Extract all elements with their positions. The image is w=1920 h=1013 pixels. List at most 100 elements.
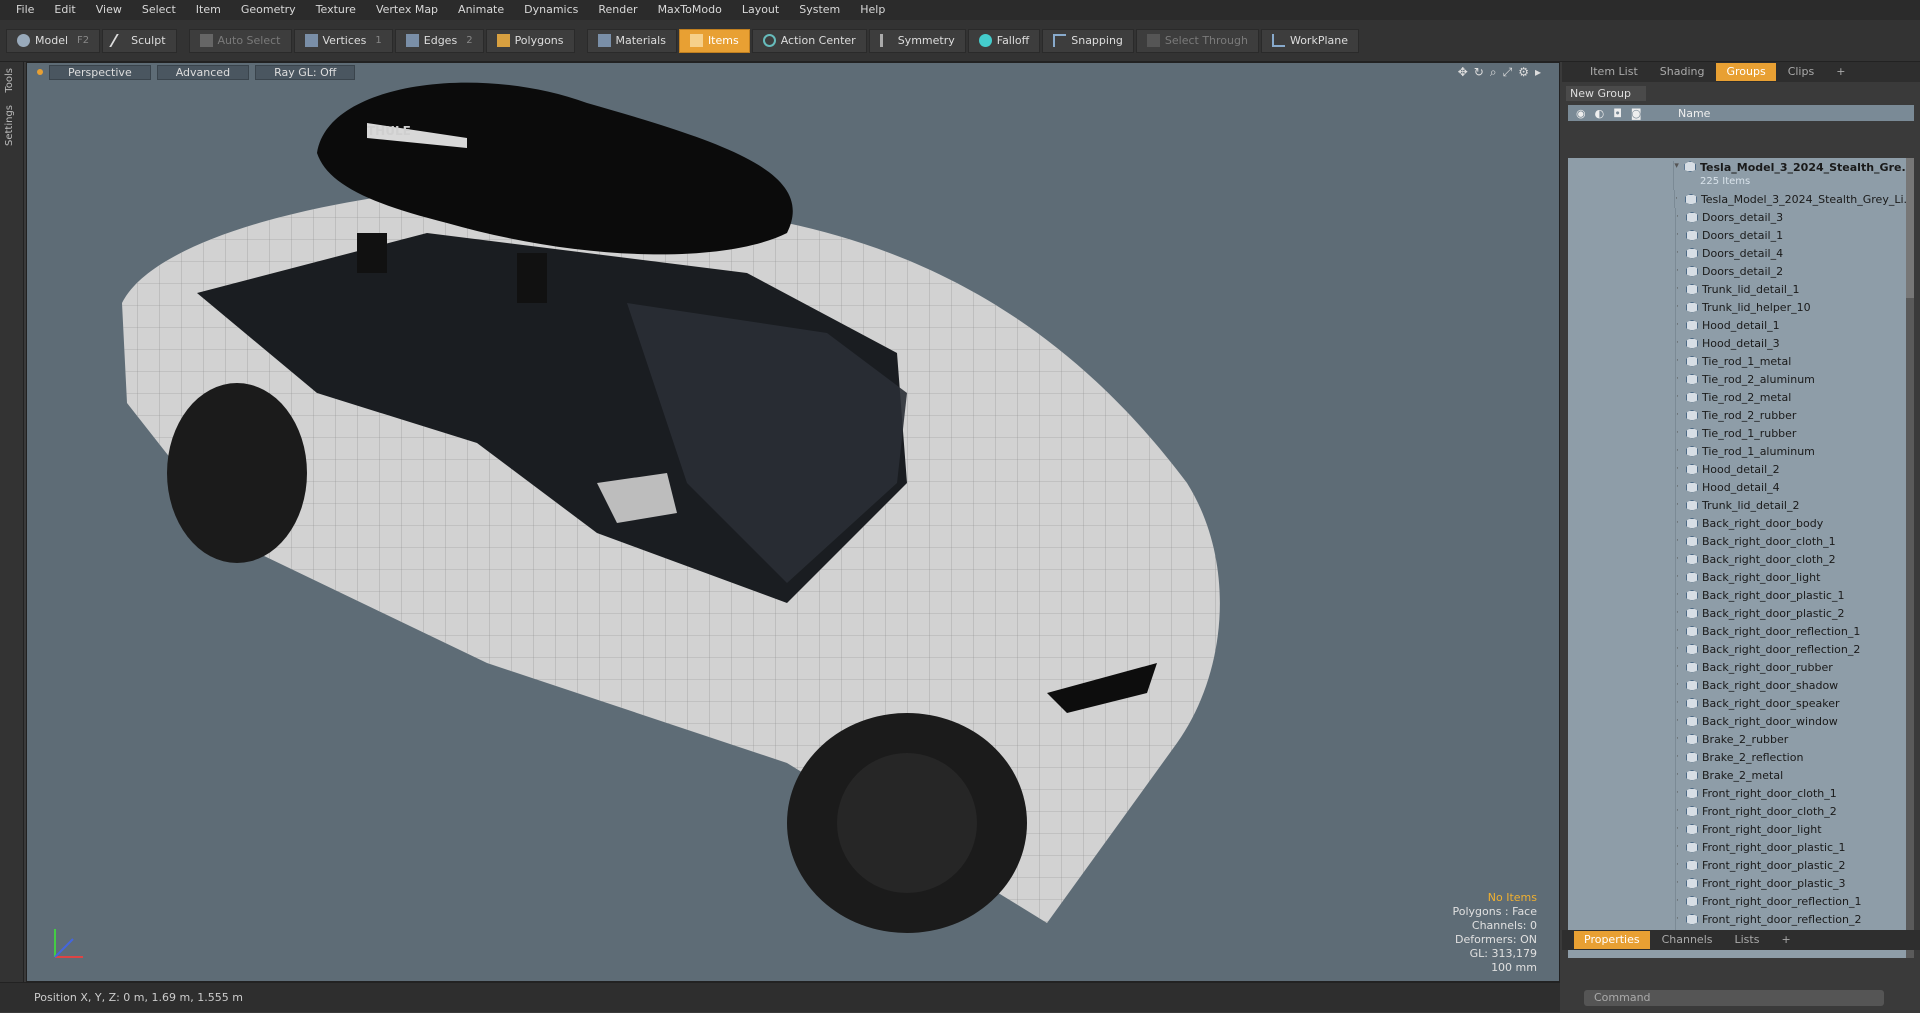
menu-geometry[interactable]: Geometry <box>231 0 306 20</box>
rotate-view-icon[interactable]: ↻ <box>1474 65 1484 80</box>
group-root[interactable]: ▾ Tesla_Model_3_2024_Stealth_Gre... 225 I… <box>1568 158 1914 190</box>
list-item[interactable]: · Back_right_door_rubber <box>1568 658 1914 676</box>
menu-texture[interactable]: Texture <box>306 0 366 20</box>
list-scrollbar[interactable] <box>1906 158 1914 958</box>
tab-tools[interactable]: Tools <box>0 62 19 99</box>
tab-lists[interactable]: Lists <box>1725 931 1770 949</box>
gear-icon[interactable]: ⚙ <box>1518 65 1529 80</box>
list-item[interactable]: · Hood_detail_2 <box>1568 460 1914 478</box>
list-item[interactable]: · Tie_rod_2_rubber <box>1568 406 1914 424</box>
new-group-button[interactable]: New Group <box>1566 86 1646 101</box>
raygl-dropdown[interactable]: Ray GL: Off <box>255 64 356 80</box>
menu-view[interactable]: View <box>86 0 132 20</box>
list-item[interactable]: · Back_right_door_cloth_1 <box>1568 532 1914 550</box>
chevron-right-icon[interactable]: ▸ <box>1535 65 1541 80</box>
tab-channels[interactable]: Channels <box>1652 931 1723 949</box>
groups-list[interactable]: ▾ Tesla_Model_3_2024_Stealth_Gre... 225 I… <box>1568 158 1914 958</box>
list-item[interactable]: · Tie_rod_1_aluminum <box>1568 442 1914 460</box>
menu-vertex-map[interactable]: Vertex Map <box>366 0 448 20</box>
list-item[interactable]: · Doors_detail_2 <box>1568 262 1914 280</box>
edges-button[interactable]: Edges 2 <box>394 28 484 53</box>
list-item[interactable]: · Tie_rod_1_rubber <box>1568 424 1914 442</box>
tab-settings[interactable]: Settings <box>0 99 19 152</box>
menu-edit[interactable]: Edit <box>44 0 85 20</box>
list-item[interactable]: · Back_right_door_cloth_2 <box>1568 550 1914 568</box>
materials-button[interactable]: Materials <box>586 28 677 53</box>
menu-animate[interactable]: Animate <box>448 0 514 20</box>
viewport-menu-dot[interactable] <box>37 69 43 75</box>
list-item[interactable]: · Brake_2_rubber <box>1568 730 1914 748</box>
list-item[interactable]: · Front_right_door_reflection_2 <box>1568 910 1914 928</box>
list-item[interactable]: · Doors_detail_4 <box>1568 244 1914 262</box>
name-column-header[interactable]: Name <box>1678 107 1710 120</box>
list-item[interactable]: · Hood_detail_3 <box>1568 334 1914 352</box>
menu-dynamics[interactable]: Dynamics <box>514 0 588 20</box>
menu-maxtomodo[interactable]: MaxToModo <box>648 0 732 20</box>
list-item[interactable]: · Back_right_door_plastic_2 <box>1568 604 1914 622</box>
list-item[interactable]: · Tie_rod_1_metal <box>1568 352 1914 370</box>
list-item[interactable]: · Back_right_door_reflection_2 <box>1568 640 1914 658</box>
advanced-dropdown[interactable]: Advanced <box>156 64 250 80</box>
add-tab-button[interactable]: + <box>1826 63 1855 81</box>
tab-clips[interactable]: Clips <box>1778 63 1825 81</box>
command-input[interactable]: Command <box>1584 990 1884 1006</box>
lock-icon[interactable]: ◘ <box>1613 107 1622 120</box>
visibility-icon[interactable]: ◉ <box>1576 107 1586 120</box>
list-item[interactable]: · Brake_2_reflection <box>1568 748 1914 766</box>
move-view-icon[interactable]: ✥ <box>1458 65 1468 80</box>
list-item[interactable]: · Back_right_door_window <box>1568 712 1914 730</box>
3d-viewport[interactable]: THULE Perspective Advanced Ray GL: Off ✥… <box>26 62 1560 982</box>
select-through-button[interactable]: Select Through <box>1135 28 1259 53</box>
render-icon[interactable]: ◐ <box>1595 107 1605 120</box>
list-item[interactable]: · Back_right_door_light <box>1568 568 1914 586</box>
falloff-button[interactable]: Falloff <box>967 28 1041 53</box>
zoom-view-icon[interactable]: ⌕ <box>1490 65 1497 80</box>
list-item[interactable]: · Trunk_lid_helper_10 <box>1568 298 1914 316</box>
list-item[interactable]: · Doors_detail_3 <box>1568 208 1914 226</box>
menu-file[interactable]: File <box>6 0 44 20</box>
list-item[interactable]: · Front_right_door_light <box>1568 820 1914 838</box>
list-item[interactable]: · Front_right_door_plastic_2 <box>1568 856 1914 874</box>
symmetry-button[interactable]: Symmetry <box>868 28 966 53</box>
list-item[interactable]: · Back_right_door_speaker <box>1568 694 1914 712</box>
action-center-button[interactable]: Action Center <box>751 28 867 53</box>
add-bottom-tab-button[interactable]: + <box>1771 931 1800 949</box>
tab-shading[interactable]: Shading <box>1650 63 1715 81</box>
menu-help[interactable]: Help <box>850 0 895 20</box>
list-item[interactable]: · Front_right_door_cloth_1 <box>1568 784 1914 802</box>
menu-layout[interactable]: Layout <box>732 0 789 20</box>
expand-icon[interactable]: ▾ <box>1674 161 1684 171</box>
model-button[interactable]: Model F2 <box>6 28 101 53</box>
list-item[interactable]: · Front_right_door_reflection_1 <box>1568 892 1914 910</box>
list-item[interactable]: · Tesla_Model_3_2024_Stealth_Grey_Li... <box>1568 190 1914 208</box>
list-item[interactable]: · Doors_detail_1 <box>1568 226 1914 244</box>
menu-system[interactable]: System <box>789 0 850 20</box>
maximize-view-icon[interactable]: ⤢ <box>1503 65 1513 80</box>
list-item[interactable]: · Back_right_door_plastic_1 <box>1568 586 1914 604</box>
list-item[interactable]: · Back_right_door_shadow <box>1568 676 1914 694</box>
list-item[interactable]: · Back_right_door_body <box>1568 514 1914 532</box>
snapping-button[interactable]: Snapping <box>1042 28 1134 53</box>
list-item[interactable]: · Hood_detail_4 <box>1568 478 1914 496</box>
select-icon[interactable]: ◙ <box>1631 107 1642 120</box>
tab-groups[interactable]: Groups <box>1716 63 1776 81</box>
menu-select[interactable]: Select <box>132 0 186 20</box>
tab-item-list[interactable]: Item List <box>1580 63 1648 81</box>
workplane-button[interactable]: WorkPlane <box>1260 28 1359 53</box>
list-item[interactable]: · Trunk_lid_detail_2 <box>1568 496 1914 514</box>
sculpt-button[interactable]: Sculpt <box>102 28 177 53</box>
menu-item[interactable]: Item <box>186 0 231 20</box>
list-item[interactable]: · Tie_rod_2_aluminum <box>1568 370 1914 388</box>
tab-properties[interactable]: Properties <box>1574 931 1650 949</box>
menu-render[interactable]: Render <box>588 0 647 20</box>
list-item[interactable]: · Trunk_lid_detail_1 <box>1568 280 1914 298</box>
perspective-dropdown[interactable]: Perspective <box>49 64 151 80</box>
list-item[interactable]: · Front_right_door_cloth_2 <box>1568 802 1914 820</box>
auto-select-button[interactable]: Auto Select <box>188 28 292 53</box>
list-item[interactable]: · Brake_2_metal <box>1568 766 1914 784</box>
list-item[interactable]: · Front_right_door_plastic_1 <box>1568 838 1914 856</box>
list-item[interactable]: · Hood_detail_1 <box>1568 316 1914 334</box>
items-button[interactable]: Items <box>678 28 750 53</box>
list-item[interactable]: · Front_right_door_plastic_3 <box>1568 874 1914 892</box>
vertices-button[interactable]: Vertices 1 <box>293 28 393 53</box>
